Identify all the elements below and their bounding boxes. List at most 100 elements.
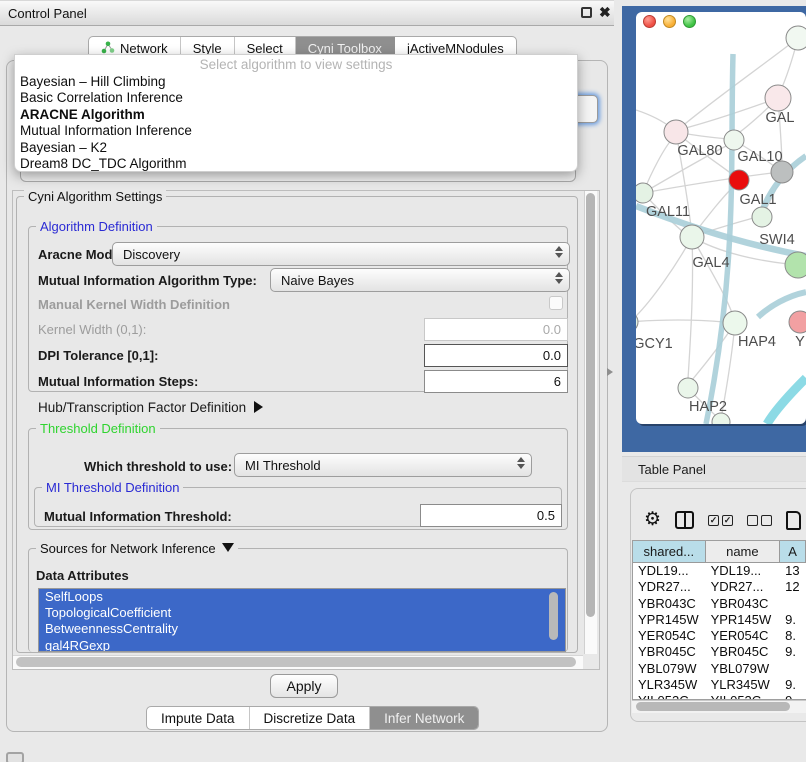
attribute-betweennesscentrality[interactable]: BetweennessCentrality: [39, 621, 565, 637]
node-label-gal: GAL: [765, 110, 794, 126]
select-checked-icon[interactable]: ✓✓: [708, 515, 733, 526]
table-cell: YDR27...: [633, 579, 706, 595]
combo-arrows-icon: [517, 457, 525, 469]
which-threshold-label: Which threshold to use:: [84, 459, 232, 474]
settings-vscroll-thumb[interactable]: [586, 193, 595, 617]
float-window-icon[interactable]: [581, 7, 592, 18]
network-node[interactable]: [785, 252, 806, 278]
table-cell: YPR145W: [633, 612, 706, 628]
sources-title-text: Sources for Network Inference: [40, 541, 216, 556]
network-node-gal1[interactable]: [729, 170, 749, 190]
network-node-gal11[interactable]: [633, 183, 653, 203]
node-table[interactable]: shared...nameA YDL19...YDL19...13YDR27..…: [632, 540, 806, 700]
table-hscroll-thumb[interactable]: [636, 702, 790, 711]
table-cell: YBL079W: [706, 661, 781, 677]
split-columns-icon[interactable]: [675, 511, 694, 529]
algorithm-option-aracne-algorithm[interactable]: ARACNE Algorithm: [15, 107, 577, 123]
which-threshold-combo[interactable]: MI Threshold: [234, 453, 532, 477]
settings-group-title: Cyni Algorithm Settings: [24, 189, 166, 204]
threshold-definition-title: Threshold Definition: [36, 421, 160, 436]
table-cell: YBL079W: [633, 661, 706, 677]
table-row[interactable]: YBR045CYBR045C9.: [633, 644, 806, 660]
algorithm-option-basic-correlation-inference[interactable]: Basic Correlation Inference: [15, 90, 577, 106]
algorithm-option-mutual-information-inference[interactable]: Mutual Information Inference: [15, 123, 577, 139]
algorithm-definition-title: Algorithm Definition: [36, 219, 157, 234]
network-node-hap4[interactable]: [723, 311, 747, 335]
settings-hscroll-thumb[interactable]: [16, 657, 576, 667]
node-label-gal80: GAL80: [677, 143, 722, 159]
attribute-gal4rgexp[interactable]: gal4RGexp: [39, 638, 565, 652]
node-label-gal1: GAL1: [739, 192, 776, 208]
hub-factor-expander[interactable]: Hub/Transcription Factor Definition: [38, 400, 263, 415]
network-node-hap2[interactable]: [678, 378, 698, 398]
kernel-width-field[interactable]: 0.0: [424, 318, 568, 341]
mi-type-combo[interactable]: Naive Bayes: [270, 268, 570, 292]
algorithm-dropdown-popup: Select algorithm to view settings Bayesi…: [14, 54, 578, 172]
network-view[interactable]: GALGAL80GAL10GAL1SWI4GAL11GAL4GCY1HAP4YH…: [622, 6, 806, 452]
apply-button[interactable]: Apply: [270, 674, 338, 698]
column-header-a[interactable]: A: [780, 541, 806, 562]
algorithm-option-bayesian-hill-climbing[interactable]: Bayesian – Hill Climbing: [15, 74, 577, 90]
table-row[interactable]: YLR345WYLR345W9.: [633, 677, 806, 693]
mi-type-value: Naive Bayes: [281, 273, 354, 288]
mac-zoom-icon[interactable]: [683, 15, 696, 28]
table-panel-title: Table Panel: [638, 462, 706, 477]
close-icon[interactable]: ✖: [599, 7, 611, 18]
table-cell: 12: [780, 579, 806, 595]
algorithm-option-bayesian-k2[interactable]: Bayesian – K2: [15, 140, 577, 156]
split-pane-collapse-arrow[interactable]: [607, 368, 613, 376]
table-cell: 13: [780, 563, 806, 579]
mi-threshold-field[interactable]: 0.5: [420, 504, 562, 527]
page-icon[interactable]: [786, 511, 801, 530]
table-row[interactable]: YBL079WYBL079W: [633, 661, 806, 677]
collapsed-arrow-icon: [254, 401, 263, 413]
tab-infer-network[interactable]: Infer Network: [370, 707, 478, 729]
algorithm-popup-items: Bayesian – Hill ClimbingBasic Correlatio…: [15, 74, 577, 172]
network-node-gal80[interactable]: [664, 120, 688, 144]
table-cell: 8.: [780, 628, 806, 644]
mi-type-label: Mutual Information Algorithm Type:: [38, 273, 257, 288]
tab-impute-data[interactable]: Impute Data: [147, 707, 250, 729]
manual-kernel-checkbox[interactable]: [549, 296, 563, 310]
sources-group-title[interactable]: Sources for Network Inference: [36, 541, 238, 556]
table-row[interactable]: YDL19...YDL19...13: [633, 563, 806, 579]
gear-icon[interactable]: ⚙: [644, 510, 661, 530]
aracne-mode-combo[interactable]: Discovery: [112, 242, 570, 266]
network-node-y[interactable]: [789, 311, 806, 333]
mi-steps-field[interactable]: 6: [424, 370, 568, 393]
attribute-selfloops[interactable]: SelfLoops: [39, 589, 565, 605]
network-node-gal[interactable]: [765, 85, 791, 111]
network-node-swi4[interactable]: [752, 207, 772, 227]
kernel-width-label: Kernel Width (0,1):: [38, 322, 146, 337]
table-cell: YBR043C: [706, 596, 781, 612]
node-label-gcy1: GCY1: [633, 336, 673, 352]
table-cell: YDL19...: [706, 563, 781, 579]
attribute-list-scrollbar[interactable]: [549, 592, 558, 640]
select-unchecked-icon[interactable]: [747, 515, 772, 526]
network-node[interactable]: [786, 26, 806, 50]
table-row[interactable]: YBR043CYBR043C: [633, 596, 806, 612]
dpi-tolerance-field[interactable]: 0.0: [424, 344, 568, 367]
network-node-gal4[interactable]: [680, 225, 704, 249]
mac-close-icon[interactable]: [643, 15, 656, 28]
hub-factor-label: Hub/Transcription Factor Definition: [38, 400, 246, 415]
attribute-topologicalcoefficient[interactable]: TopologicalCoefficient: [39, 605, 565, 621]
table-row[interactable]: YER054CYER054C8.: [633, 628, 806, 644]
table-cell: [780, 661, 806, 677]
bottom-tab-strip: Impute DataDiscretize DataInfer Network: [146, 706, 479, 730]
network-node[interactable]: [771, 161, 793, 183]
column-header-name[interactable]: name: [706, 541, 781, 562]
minimized-panel-handle[interactable]: [6, 752, 24, 762]
table-row[interactable]: YDR27...YDR27...12: [633, 579, 806, 595]
table-row[interactable]: YIL052CYIL052C9.: [633, 693, 806, 700]
table-row[interactable]: YPR145WYPR145W9.: [633, 612, 806, 628]
tab-discretize-data[interactable]: Discretize Data: [250, 707, 371, 729]
column-header-shared[interactable]: shared...: [633, 541, 706, 562]
mac-minimize-icon[interactable]: [663, 15, 676, 28]
algorithm-prompt: Select algorithm to view settings: [15, 57, 577, 74]
algorithm-option-dream8-dc-tdc-algorithm[interactable]: Dream8 DC_TDC Algorithm: [15, 156, 577, 172]
table-cell: YIL052C: [706, 693, 781, 700]
network-node-gal10[interactable]: [724, 130, 744, 150]
data-attributes-list[interactable]: SelfLoopsTopologicalCoefficientBetweenne…: [38, 588, 566, 652]
table-cell: YBR045C: [706, 644, 781, 660]
